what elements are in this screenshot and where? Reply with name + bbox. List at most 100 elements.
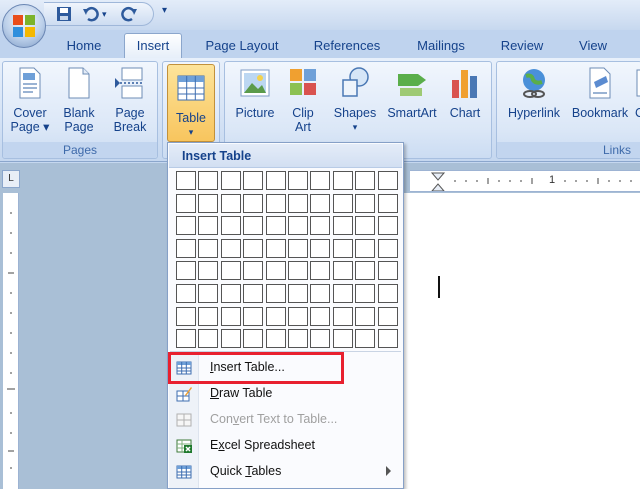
undo-dropdown-icon[interactable]: ▾ <box>102 9 107 20</box>
grid-cell[interactable] <box>176 238 196 258</box>
grid-cell[interactable] <box>265 306 286 326</box>
grid-cell[interactable] <box>377 284 398 303</box>
grid-cell[interactable] <box>288 261 308 281</box>
grid-cell[interactable] <box>176 284 196 303</box>
grid-cell[interactable] <box>377 261 398 281</box>
grid-cell[interactable] <box>220 193 241 213</box>
grid-cell[interactable] <box>355 284 376 303</box>
grid-cell[interactable] <box>310 284 331 303</box>
grid-cell[interactable] <box>265 216 286 236</box>
grid-cell[interactable] <box>220 216 241 236</box>
excel-spreadsheet-menu-item[interactable]: Excel Spreadsheet <box>169 433 402 459</box>
grid-cell[interactable] <box>377 306 398 326</box>
grid-cell[interactable] <box>310 193 331 213</box>
grid-cell[interactable] <box>220 171 241 190</box>
page-break-button[interactable]: Page Break <box>107 66 153 134</box>
grid-cell[interactable] <box>265 329 286 349</box>
grid-cell[interactable] <box>265 284 286 303</box>
draw-table-menu-item[interactable]: Draw Table <box>169 381 402 407</box>
grid-cell[interactable] <box>288 216 308 236</box>
tab-view[interactable]: View <box>568 36 618 58</box>
cover-page-button[interactable]: Cover Page ▾ <box>7 66 53 134</box>
hyperlink-button[interactable]: Hyperlink <box>503 66 565 120</box>
grid-cell[interactable] <box>176 261 196 281</box>
tab-references[interactable]: References <box>303 36 391 58</box>
grid-cell[interactable] <box>265 171 286 190</box>
grid-cell[interactable] <box>355 171 376 190</box>
grid-cell[interactable] <box>355 306 376 326</box>
horizontal-ruler[interactable]: 1 <box>410 170 640 192</box>
grid-cell[interactable] <box>355 216 376 236</box>
document-page[interactable] <box>402 193 640 489</box>
clip-art-button[interactable]: Clip Art <box>285 66 321 134</box>
grid-cell[interactable] <box>198 216 219 236</box>
grid-cell[interactable] <box>310 171 331 190</box>
grid-cell[interactable] <box>288 306 308 326</box>
grid-cell[interactable] <box>377 329 398 349</box>
undo-icon[interactable] <box>82 6 100 25</box>
grid-cell[interactable] <box>243 261 264 281</box>
grid-cell[interactable] <box>198 238 219 258</box>
grid-cell[interactable] <box>377 193 398 213</box>
grid-cell[interactable] <box>377 216 398 236</box>
smartart-button[interactable]: SmartArt <box>385 66 439 120</box>
grid-cell[interactable] <box>243 171 264 190</box>
bookmark-button[interactable]: Bookmark <box>569 66 631 120</box>
tab-mailings[interactable]: Mailings <box>406 36 476 58</box>
grid-cell[interactable] <box>176 306 196 326</box>
grid-cell[interactable] <box>198 193 219 213</box>
grid-cell[interactable] <box>176 193 196 213</box>
grid-cell[interactable] <box>243 306 264 326</box>
grid-cell[interactable] <box>265 238 286 258</box>
picture-button[interactable]: Picture <box>231 66 279 120</box>
grid-cell[interactable] <box>332 261 353 281</box>
tab-home[interactable]: Home <box>60 36 108 58</box>
cross-reference-button[interactable]: C <box>635 66 640 120</box>
tab-selector[interactable]: L <box>2 170 20 188</box>
grid-cell[interactable] <box>243 329 264 349</box>
grid-cell[interactable] <box>332 193 353 213</box>
grid-cell[interactable] <box>332 306 353 326</box>
customize-qat-icon[interactable]: ▾ <box>162 5 167 16</box>
grid-cell[interactable] <box>220 306 241 326</box>
grid-cell[interactable] <box>288 171 308 190</box>
tab-page-layout[interactable]: Page Layout <box>198 36 286 58</box>
grid-cell[interactable] <box>220 261 241 281</box>
grid-cell[interactable] <box>355 261 376 281</box>
grid-cell[interactable] <box>332 171 353 190</box>
grid-cell[interactable] <box>377 238 398 258</box>
office-button[interactable] <box>2 4 46 48</box>
grid-cell[interactable] <box>265 261 286 281</box>
grid-cell[interactable] <box>355 329 376 349</box>
tab-insert[interactable]: Insert <box>124 33 182 59</box>
grid-cell[interactable] <box>198 261 219 281</box>
grid-cell[interactable] <box>243 284 264 303</box>
grid-cell[interactable] <box>198 306 219 326</box>
grid-cell[interactable] <box>243 238 264 258</box>
grid-cell[interactable] <box>176 216 196 236</box>
quick-tables-menu-item[interactable]: Quick Tables <box>169 459 402 485</box>
tab-review[interactable]: Review <box>492 36 552 58</box>
grid-cell[interactable] <box>310 329 331 349</box>
grid-cell[interactable] <box>265 193 286 213</box>
redo-icon[interactable] <box>120 6 138 25</box>
grid-cell[interactable] <box>243 216 264 236</box>
grid-cell[interactable] <box>198 284 219 303</box>
grid-cell[interactable] <box>243 193 264 213</box>
chart-button[interactable]: Chart <box>443 66 487 120</box>
shapes-button[interactable]: Shapes ▾ <box>331 66 379 134</box>
grid-cell[interactable] <box>377 171 398 190</box>
grid-cell[interactable] <box>288 238 308 258</box>
grid-cell[interactable] <box>198 329 219 349</box>
grid-cell[interactable] <box>332 216 353 236</box>
grid-cell[interactable] <box>288 193 308 213</box>
grid-cell[interactable] <box>332 238 353 258</box>
table-button[interactable]: Table ▾ <box>167 64 215 142</box>
grid-cell[interactable] <box>332 284 353 303</box>
blank-page-button[interactable]: Blank Page <box>59 66 99 134</box>
grid-cell[interactable] <box>310 216 331 236</box>
grid-cell[interactable] <box>198 171 219 190</box>
grid-cell[interactable] <box>310 238 331 258</box>
grid-cell[interactable] <box>288 284 308 303</box>
save-icon[interactable] <box>56 6 72 25</box>
